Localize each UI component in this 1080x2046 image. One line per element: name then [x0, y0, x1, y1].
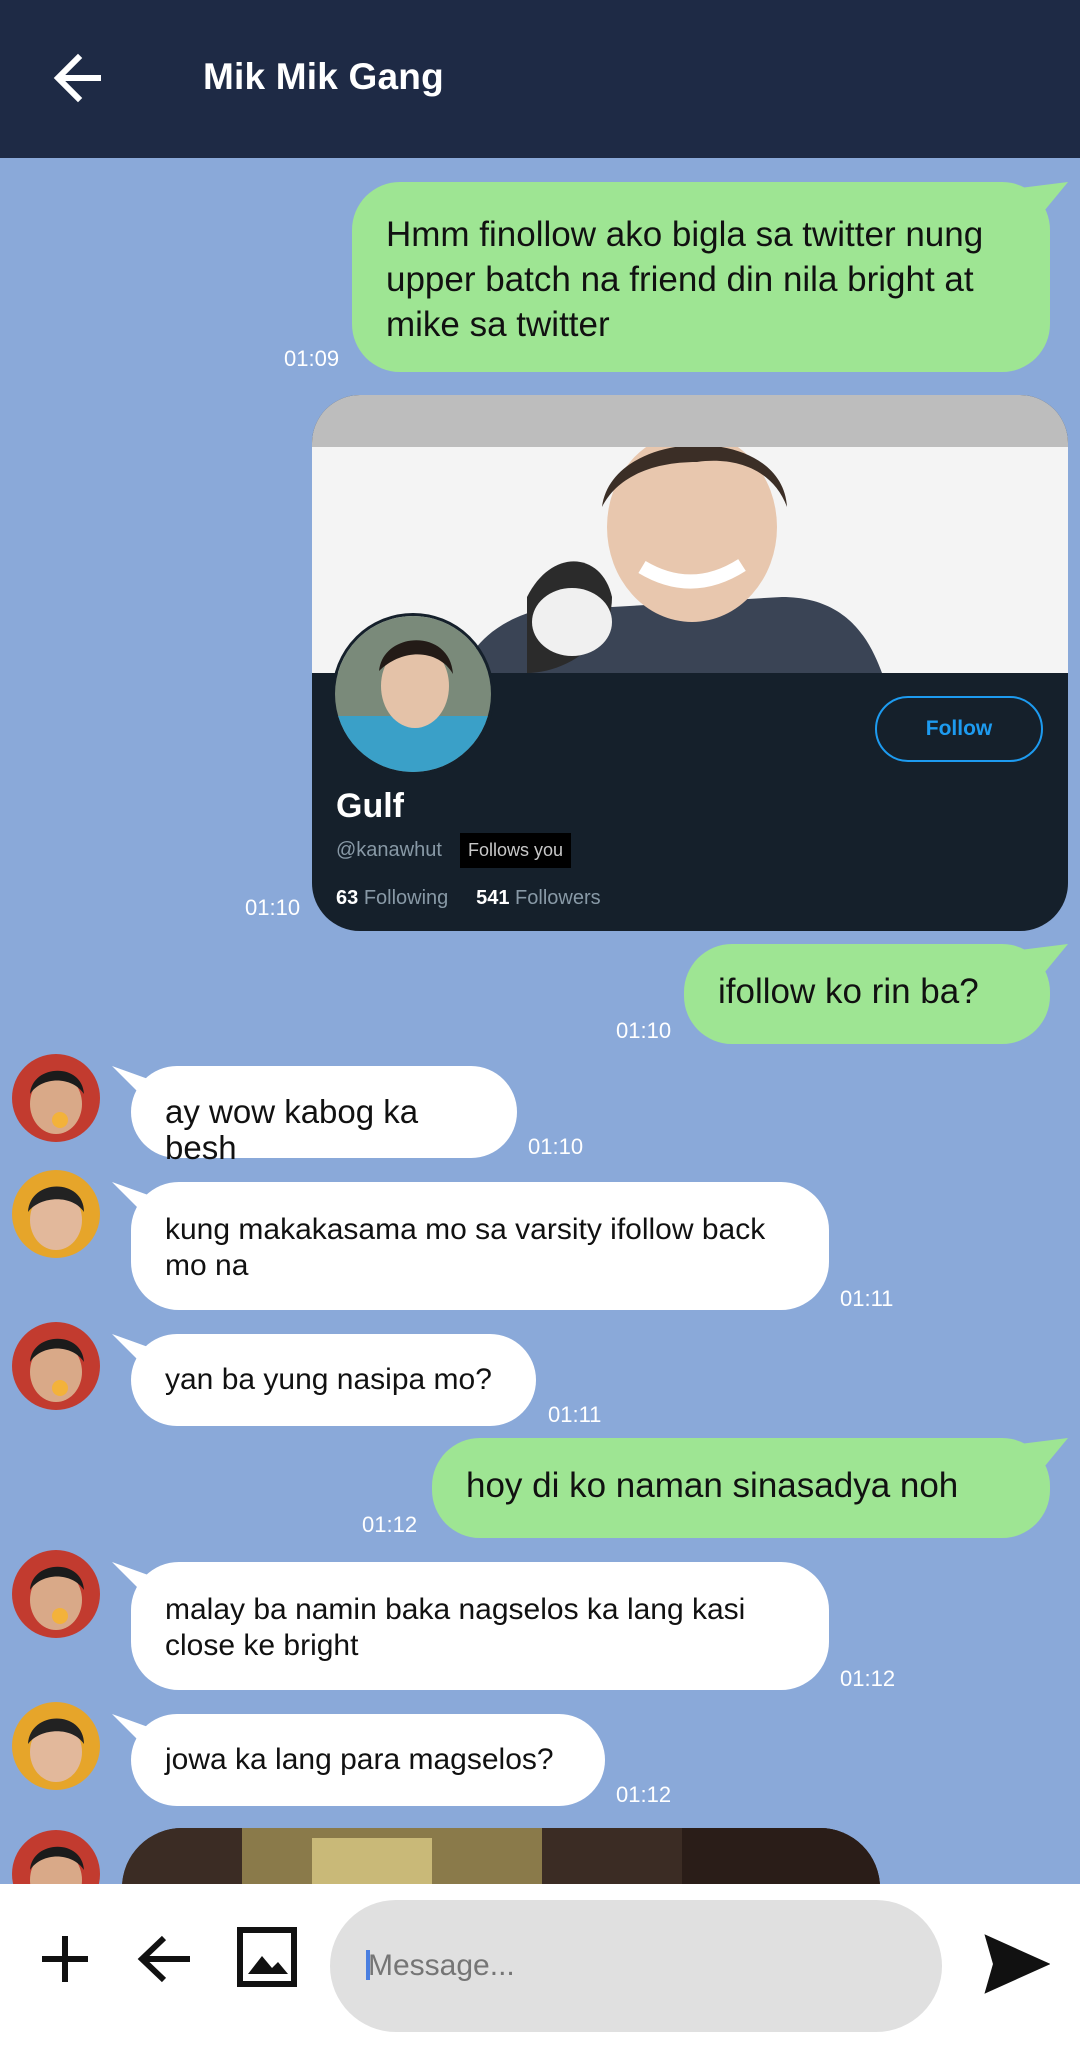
- message-time: 01:10: [616, 1018, 672, 1043]
- bubble-tail: [1020, 182, 1068, 216]
- text-caret: [366, 1950, 370, 1980]
- message-time: 01:10: [245, 895, 301, 920]
- message-text: Hmm finollow ako bigla sa twitter nung u…: [386, 215, 984, 344]
- message-time: 01:12: [840, 1666, 896, 1691]
- follows-you-badge: Follows you: [460, 833, 572, 868]
- incoming-message[interactable]: ay wow kabog ka besh: [131, 1066, 517, 1166]
- message-text: kung makakasama mo sa varsity ifollow ba…: [165, 1213, 766, 1282]
- message-text: yan ba yung nasipa mo?: [165, 1363, 492, 1396]
- plus-icon[interactable]: [38, 1932, 92, 1986]
- profile-name: Gulf: [336, 787, 404, 825]
- avatar[interactable]: [12, 1830, 100, 1884]
- twitter-profile-card[interactable]: Follow Gulf @kanawhut Follows you 63 Fol…: [312, 395, 1068, 931]
- message-time: 01:09: [284, 346, 340, 371]
- arrow-left-icon[interactable]: [136, 1932, 194, 1986]
- incoming-message[interactable]: jowa ka lang para magselos?: [131, 1714, 605, 1806]
- followers-count: 541: [476, 887, 510, 909]
- bubble-tail: [1020, 944, 1068, 978]
- bubble-tail: [1020, 1438, 1068, 1472]
- outgoing-message[interactable]: hoy di ko naman sinasadya noh: [432, 1438, 1050, 1538]
- message-text: ay wow kabog ka besh: [165, 1093, 419, 1166]
- avatar[interactable]: [12, 1170, 100, 1258]
- follow-button[interactable]: Follow: [875, 696, 1043, 762]
- outgoing-message[interactable]: Hmm finollow ako bigla sa twitter nung u…: [352, 182, 1050, 372]
- incoming-message[interactable]: malay ba namin baka nagselos ka lang kas…: [131, 1562, 829, 1690]
- profile-avatar[interactable]: [332, 613, 494, 775]
- avatar[interactable]: [12, 1702, 100, 1790]
- followers-label[interactable]: Followers: [515, 887, 601, 909]
- arrow-left-icon[interactable]: [50, 48, 110, 108]
- message-time: 01:12: [616, 1782, 672, 1807]
- app-header: Mik Mik Gang: [0, 0, 1080, 158]
- message-list[interactable]: Hmm finollow ako bigla sa twitter nung u…: [0, 158, 1080, 1884]
- incoming-message[interactable]: yan ba yung nasipa mo?: [131, 1334, 536, 1426]
- following-label[interactable]: Following: [364, 887, 448, 909]
- message-composer: [0, 1884, 1080, 2046]
- profile-handle: @kanawhut: [336, 839, 442, 861]
- message-text: ifollow ko rin ba?: [718, 972, 979, 1011]
- avatar[interactable]: [12, 1550, 100, 1638]
- message-text: hoy di ko naman sinasadya noh: [466, 1466, 959, 1505]
- message-time: 01:12: [362, 1512, 418, 1537]
- message-input[interactable]: [330, 1900, 942, 2032]
- chat-title: Mik Mik Gang: [203, 56, 444, 97]
- message-text: jowa ka lang para magselos?: [165, 1743, 554, 1776]
- message-text: malay ba namin baka nagselos ka lang kas…: [165, 1593, 746, 1662]
- following-count: 63: [336, 887, 359, 909]
- image-message[interactable]: [122, 1828, 880, 1884]
- profile-stats: 63 Following 541 Followers: [336, 887, 601, 910]
- image-icon[interactable]: [236, 1926, 298, 1988]
- banner-strip: [312, 395, 1068, 447]
- message-time: 01:10: [528, 1134, 584, 1159]
- send-icon[interactable]: [984, 1932, 1051, 1996]
- message-time: 01:11: [548, 1402, 602, 1427]
- incoming-message[interactable]: kung makakasama mo sa varsity ifollow ba…: [131, 1182, 829, 1310]
- avatar[interactable]: [12, 1054, 100, 1142]
- avatar[interactable]: [12, 1322, 100, 1410]
- outgoing-message[interactable]: ifollow ko rin ba?: [684, 944, 1050, 1044]
- message-time: 01:11: [840, 1286, 894, 1311]
